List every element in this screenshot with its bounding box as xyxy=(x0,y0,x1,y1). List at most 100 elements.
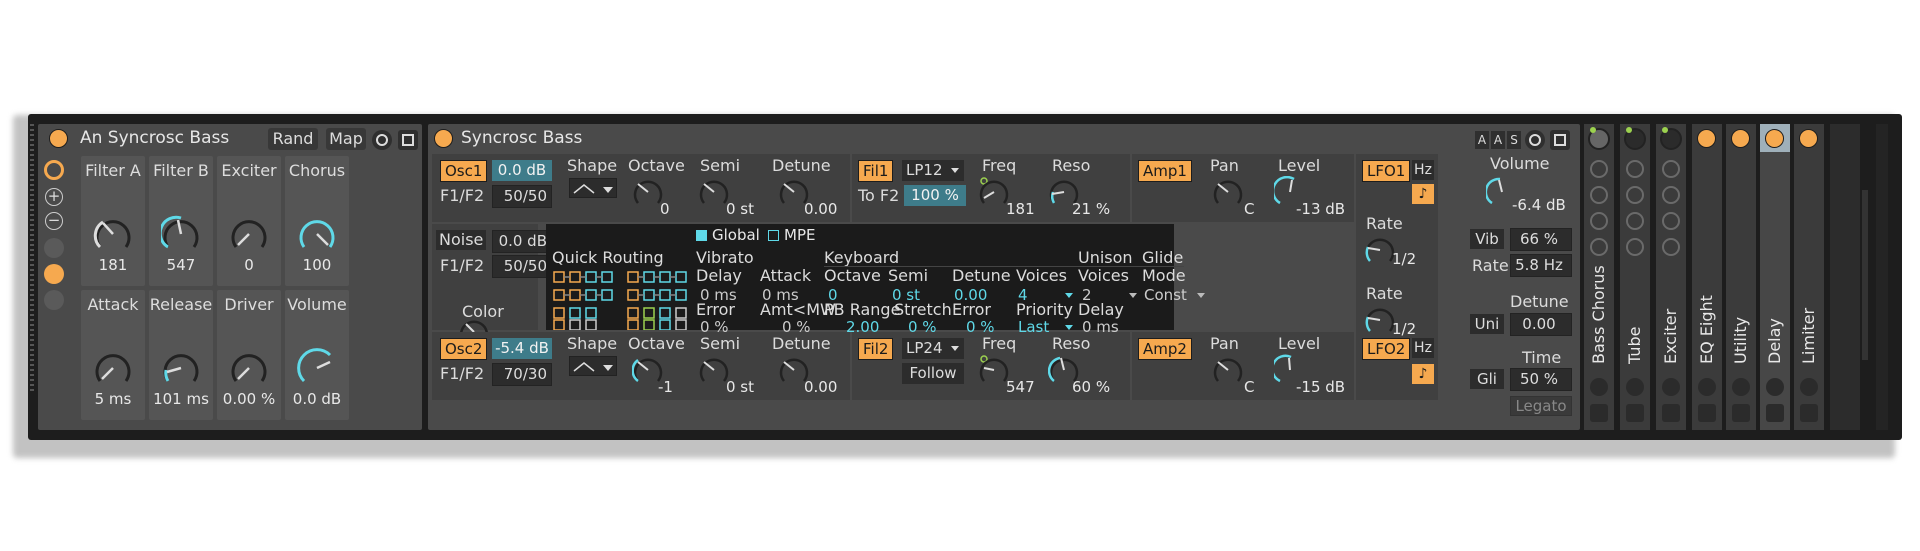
device-strip-limiter[interactable]: Limiter xyxy=(1794,124,1824,430)
fil2-toggle[interactable]: Fil2 xyxy=(858,338,894,360)
osc1-shape-select[interactable] xyxy=(569,178,617,198)
a-button-2[interactable]: A xyxy=(1491,131,1505,149)
lfo2-toggle[interactable]: LFO2 xyxy=(1362,338,1411,360)
hot-swap-icon[interactable] xyxy=(1800,378,1818,396)
rack-on-toggle[interactable] xyxy=(49,129,68,148)
save-preset-icon[interactable] xyxy=(1766,404,1784,422)
hot-swap-icon[interactable] xyxy=(1662,378,1680,396)
macro-icon[interactable] xyxy=(1626,238,1644,256)
save-preset-icon[interactable] xyxy=(1662,404,1680,422)
mpe-tab-indicator[interactable] xyxy=(768,230,779,241)
save-preset-icon[interactable] xyxy=(1626,404,1644,422)
amp2-toggle[interactable]: Amp2 xyxy=(1138,338,1192,360)
macro-filter-b[interactable]: Filter B 547 xyxy=(149,156,213,286)
amp1-pan-knob[interactable] xyxy=(1212,176,1244,208)
amp1-toggle[interactable]: Amp1 xyxy=(1138,160,1192,182)
noise-f1f2[interactable]: 50/50 xyxy=(492,255,552,278)
device-on-toggle[interactable] xyxy=(1731,129,1750,148)
device-strip-eq-eight[interactable]: EQ Eight xyxy=(1692,124,1722,430)
s-button[interactable]: S xyxy=(1507,131,1521,149)
macro-knob[interactable] xyxy=(297,214,337,254)
vib-amount[interactable]: 66 % xyxy=(1510,228,1572,251)
fil1-toggle[interactable]: Fil1 xyxy=(858,160,894,182)
amp2-pan-knob[interactable] xyxy=(1212,354,1244,386)
chain-list-icon[interactable] xyxy=(1626,212,1644,230)
glide-time[interactable]: 50 % xyxy=(1510,368,1572,391)
macro-knob[interactable] xyxy=(161,348,201,388)
device-on-toggle[interactable] xyxy=(1799,129,1818,148)
hot-swap-icon[interactable] xyxy=(1766,378,1784,396)
macro-attack[interactable]: Attack 5 ms xyxy=(81,290,145,420)
vib-rate[interactable]: 5.8 Hz xyxy=(1510,254,1572,277)
legato-button[interactable]: Legato xyxy=(1510,396,1572,416)
empty-drop-area[interactable] xyxy=(1830,124,1860,430)
save-preset-icon[interactable] xyxy=(1550,130,1570,150)
hot-swap-icon[interactable] xyxy=(372,130,392,150)
macro-chorus[interactable]: Chorus 100 xyxy=(285,156,349,286)
fil2-follow-button[interactable]: Follow xyxy=(902,363,964,384)
device-strip-utility[interactable]: Utility xyxy=(1726,124,1756,430)
mpe-tab[interactable]: MPE xyxy=(784,226,815,244)
osc2-f1f2[interactable]: 70/30 xyxy=(492,363,552,386)
noise-gain[interactable]: 0.0 dB xyxy=(492,230,552,253)
save-preset-icon[interactable] xyxy=(1590,404,1608,422)
chain-list-icon[interactable] xyxy=(44,264,64,284)
device-strip-exciter[interactable]: Exciter xyxy=(1656,124,1686,430)
lfo2-hz-button[interactable]: Hz xyxy=(1412,338,1434,358)
macro-knob[interactable] xyxy=(93,348,133,388)
macro-release[interactable]: Release 101 ms xyxy=(149,290,213,420)
device-on-toggle[interactable] xyxy=(1765,129,1784,148)
chain-list-icon[interactable] xyxy=(1590,212,1608,230)
fil1-to-f2[interactable]: 100 % xyxy=(904,185,966,206)
macro-filter-a[interactable]: Filter A 181 xyxy=(81,156,145,286)
osc1-toggle[interactable]: Osc1 xyxy=(440,160,488,182)
lfo2-sync-icon[interactable]: ♪ xyxy=(1412,364,1434,384)
lfo1-toggle[interactable]: LFO1 xyxy=(1362,160,1411,182)
global-tab-indicator[interactable] xyxy=(696,230,707,241)
snapshot-icon[interactable] xyxy=(1590,160,1608,178)
macro-view-icon[interactable] xyxy=(44,160,64,180)
osc2-shape-select[interactable] xyxy=(569,356,617,376)
macro-knob[interactable] xyxy=(297,348,337,388)
map-button[interactable]: Map xyxy=(326,128,366,150)
macro-knob[interactable] xyxy=(93,214,133,254)
snapshot-icon[interactable] xyxy=(1662,160,1680,178)
macro-exciter[interactable]: Exciter 0 xyxy=(217,156,281,286)
quick-routing-grid[interactable] xyxy=(552,268,694,330)
hot-swap-icon[interactable] xyxy=(1590,378,1608,396)
a-button[interactable]: A xyxy=(1475,131,1489,149)
snapshot-icon[interactable] xyxy=(1626,160,1644,178)
macro-knob[interactable] xyxy=(161,214,201,254)
osc1-f1f2[interactable]: 50/50 xyxy=(492,185,552,208)
osc2-toggle[interactable]: Osc2 xyxy=(440,338,488,360)
scrollbar[interactable] xyxy=(1862,190,1868,360)
osc2-gain[interactable]: -5.4 dB xyxy=(492,338,552,359)
vib-button[interactable]: Vib xyxy=(1470,229,1504,249)
macro-knob[interactable] xyxy=(229,348,269,388)
devices-icon[interactable] xyxy=(1590,186,1608,204)
hot-swap-icon[interactable] xyxy=(1525,130,1545,150)
device-strip-tube[interactable]: Tube xyxy=(1620,124,1650,430)
macro-icon[interactable] xyxy=(1662,238,1680,256)
global-tab[interactable]: Global xyxy=(712,226,760,244)
lfo1-sync-icon[interactable]: ♪ xyxy=(1412,184,1434,204)
rand-button[interactable]: Rand xyxy=(268,128,318,150)
osc1-gain[interactable]: 0.0 dB xyxy=(492,160,552,181)
hot-swap-icon[interactable] xyxy=(1732,378,1750,396)
devices-icon[interactable] xyxy=(44,290,64,310)
noise-toggle[interactable]: Noise xyxy=(436,230,487,250)
uni-button[interactable]: Uni xyxy=(1470,314,1504,334)
device-on-toggle[interactable] xyxy=(1697,129,1716,148)
device-strip-delay[interactable]: Delay xyxy=(1760,124,1790,430)
save-preset-icon[interactable] xyxy=(1698,404,1716,422)
lfo1-hz-button[interactable]: Hz xyxy=(1412,160,1434,180)
save-preset-icon[interactable] xyxy=(398,130,418,150)
uni-detune[interactable]: 0.00 xyxy=(1510,313,1572,336)
remove-macro-icon[interactable]: − xyxy=(45,212,63,230)
macro-driver[interactable]: Driver 0.00 % xyxy=(217,290,281,420)
save-preset-icon[interactable] xyxy=(1732,404,1750,422)
gli-button[interactable]: Gli xyxy=(1470,369,1504,389)
devices-icon[interactable] xyxy=(1626,186,1644,204)
synth-on-toggle[interactable] xyxy=(434,129,453,148)
macro-volume[interactable]: Volume 0.0 dB xyxy=(285,290,349,420)
